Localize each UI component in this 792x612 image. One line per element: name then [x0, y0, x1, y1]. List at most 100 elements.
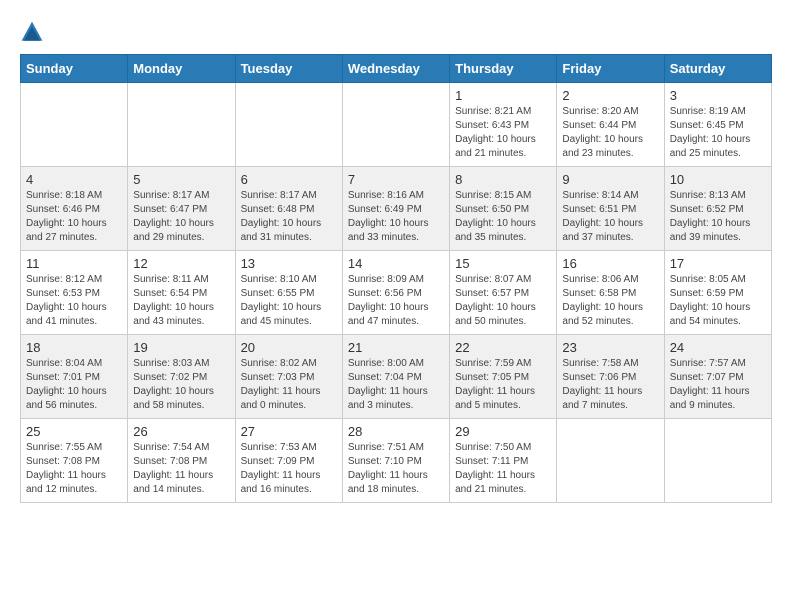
weekday-header-row: SundayMondayTuesdayWednesdayThursdayFrid…	[21, 55, 772, 83]
day-number: 9	[562, 172, 658, 187]
day-number: 28	[348, 424, 444, 439]
day-info: Sunrise: 7:53 AM Sunset: 7:09 PM Dayligh…	[241, 441, 337, 497]
day-info: Sunrise: 8:15 AM Sunset: 6:50 PM Dayligh…	[455, 189, 551, 245]
day-info: Sunrise: 8:14 AM Sunset: 6:51 PM Dayligh…	[562, 189, 658, 245]
calendar-cell	[342, 83, 449, 167]
day-info: Sunrise: 7:59 AM Sunset: 7:05 PM Dayligh…	[455, 357, 551, 413]
calendar-cell	[235, 83, 342, 167]
weekday-header-thursday: Thursday	[450, 55, 557, 83]
day-number: 20	[241, 340, 337, 355]
calendar-cell: 20 Sunrise: 8:02 AM Sunset: 7:03 PM Dayli…	[235, 335, 342, 419]
day-number: 19	[133, 340, 229, 355]
logo	[20, 20, 48, 44]
calendar-cell: 24 Sunrise: 7:57 AM Sunset: 7:07 PM Dayli…	[664, 335, 771, 419]
calendar-cell: 13 Sunrise: 8:10 AM Sunset: 6:55 PM Dayli…	[235, 251, 342, 335]
day-info: Sunrise: 8:04 AM Sunset: 7:01 PM Dayligh…	[26, 357, 122, 413]
day-info: Sunrise: 8:21 AM Sunset: 6:43 PM Dayligh…	[455, 105, 551, 161]
day-info: Sunrise: 8:12 AM Sunset: 6:53 PM Dayligh…	[26, 273, 122, 329]
calendar-cell: 5Sunrise: 8:17 AM Sunset: 6:47 PM Daylig…	[128, 167, 235, 251]
day-info: Sunrise: 8:16 AM Sunset: 6:49 PM Dayligh…	[348, 189, 444, 245]
calendar-cell: 29 Sunrise: 7:50 AM Sunset: 7:11 PM Dayli…	[450, 419, 557, 503]
calendar-cell: 1 Sunrise: 8:21 AM Sunset: 6:43 PM Daylig…	[450, 83, 557, 167]
calendar-cell: 15 Sunrise: 8:07 AM Sunset: 6:57 PM Dayli…	[450, 251, 557, 335]
weekday-header-saturday: Saturday	[664, 55, 771, 83]
day-info: Sunrise: 8:07 AM Sunset: 6:57 PM Dayligh…	[455, 273, 551, 329]
calendar-cell: 8 Sunrise: 8:15 AM Sunset: 6:50 PM Daylig…	[450, 167, 557, 251]
calendar-cell: 11 Sunrise: 8:12 AM Sunset: 6:53 PM Dayli…	[21, 251, 128, 335]
day-info: Sunrise: 7:50 AM Sunset: 7:11 PM Dayligh…	[455, 441, 551, 497]
calendar-cell: 6 Sunrise: 8:17 AM Sunset: 6:48 PM Daylig…	[235, 167, 342, 251]
day-number: 10	[670, 172, 766, 187]
day-info: Sunrise: 8:02 AM Sunset: 7:03 PM Dayligh…	[241, 357, 337, 413]
day-number: 13	[241, 256, 337, 271]
calendar-cell: 22 Sunrise: 7:59 AM Sunset: 7:05 PM Dayli…	[450, 335, 557, 419]
day-info: Sunrise: 8:13 AM Sunset: 6:52 PM Dayligh…	[670, 189, 766, 245]
calendar-cell: 23 Sunrise: 7:58 AM Sunset: 7:06 PM Dayli…	[557, 335, 664, 419]
day-number: 3	[670, 88, 766, 103]
calendar-cell: 28Sunrise: 7:51 AM Sunset: 7:10 PM Dayli…	[342, 419, 449, 503]
calendar-cell: 26 Sunrise: 7:54 AM Sunset: 7:08 PM Dayli…	[128, 419, 235, 503]
calendar-cell: 10 Sunrise: 8:13 AM Sunset: 6:52 PM Dayli…	[664, 167, 771, 251]
day-number: 15	[455, 256, 551, 271]
calendar-week-row: 18 Sunrise: 8:04 AM Sunset: 7:01 PM Dayli…	[21, 335, 772, 419]
weekday-header-monday: Monday	[128, 55, 235, 83]
page-header	[20, 20, 772, 44]
day-number: 7	[348, 172, 444, 187]
day-info: Sunrise: 8:11 AM Sunset: 6:54 PM Dayligh…	[133, 273, 229, 329]
day-number: 23	[562, 340, 658, 355]
calendar-cell: 4 Sunrise: 8:18 AM Sunset: 6:46 PM Daylig…	[21, 167, 128, 251]
day-number: 26	[133, 424, 229, 439]
day-number: 16	[562, 256, 658, 271]
calendar-cell: 12 Sunrise: 8:11 AM Sunset: 6:54 PM Dayli…	[128, 251, 235, 335]
calendar-week-row: 1 Sunrise: 8:21 AM Sunset: 6:43 PM Daylig…	[21, 83, 772, 167]
day-number: 12	[133, 256, 229, 271]
day-info: Sunrise: 8:00 AM Sunset: 7:04 PM Dayligh…	[348, 357, 444, 413]
weekday-header-friday: Friday	[557, 55, 664, 83]
day-info: Sunrise: 7:55 AM Sunset: 7:08 PM Dayligh…	[26, 441, 122, 497]
day-number: 11	[26, 256, 122, 271]
weekday-header-tuesday: Tuesday	[235, 55, 342, 83]
day-info: Sunrise: 8:17 AM Sunset: 6:47 PM Dayligh…	[133, 189, 229, 245]
calendar-cell: 21 Sunrise: 8:00 AM Sunset: 7:04 PM Dayli…	[342, 335, 449, 419]
calendar-cell: 7 Sunrise: 8:16 AM Sunset: 6:49 PM Daylig…	[342, 167, 449, 251]
day-number: 24	[670, 340, 766, 355]
calendar-cell	[128, 83, 235, 167]
day-info: Sunrise: 8:10 AM Sunset: 6:55 PM Dayligh…	[241, 273, 337, 329]
calendar-cell: 16 Sunrise: 8:06 AM Sunset: 6:58 PM Dayli…	[557, 251, 664, 335]
day-number: 1	[455, 88, 551, 103]
calendar-cell	[664, 419, 771, 503]
day-number: 21	[348, 340, 444, 355]
day-number: 17	[670, 256, 766, 271]
day-info: Sunrise: 8:06 AM Sunset: 6:58 PM Dayligh…	[562, 273, 658, 329]
day-number: 8	[455, 172, 551, 187]
calendar-cell: 2Sunrise: 8:20 AM Sunset: 6:44 PM Daylig…	[557, 83, 664, 167]
day-number: 18	[26, 340, 122, 355]
day-info: Sunrise: 8:19 AM Sunset: 6:45 PM Dayligh…	[670, 105, 766, 161]
calendar-cell: 3 Sunrise: 8:19 AM Sunset: 6:45 PM Daylig…	[664, 83, 771, 167]
logo-icon	[20, 20, 44, 44]
day-number: 22	[455, 340, 551, 355]
day-number: 6	[241, 172, 337, 187]
day-info: Sunrise: 8:05 AM Sunset: 6:59 PM Dayligh…	[670, 273, 766, 329]
day-number: 4	[26, 172, 122, 187]
day-number: 14	[348, 256, 444, 271]
weekday-header-sunday: Sunday	[21, 55, 128, 83]
calendar-week-row: 25 Sunrise: 7:55 AM Sunset: 7:08 PM Dayli…	[21, 419, 772, 503]
day-info: Sunrise: 7:54 AM Sunset: 7:08 PM Dayligh…	[133, 441, 229, 497]
calendar-cell: 14Sunrise: 8:09 AM Sunset: 6:56 PM Dayli…	[342, 251, 449, 335]
day-info: Sunrise: 8:18 AM Sunset: 6:46 PM Dayligh…	[26, 189, 122, 245]
calendar-cell: 17 Sunrise: 8:05 AM Sunset: 6:59 PM Dayli…	[664, 251, 771, 335]
day-number: 27	[241, 424, 337, 439]
day-number: 29	[455, 424, 551, 439]
calendar-cell	[21, 83, 128, 167]
day-info: Sunrise: 7:57 AM Sunset: 7:07 PM Dayligh…	[670, 357, 766, 413]
day-info: Sunrise: 7:58 AM Sunset: 7:06 PM Dayligh…	[562, 357, 658, 413]
day-number: 25	[26, 424, 122, 439]
calendar-week-row: 11 Sunrise: 8:12 AM Sunset: 6:53 PM Dayli…	[21, 251, 772, 335]
calendar-cell: 25 Sunrise: 7:55 AM Sunset: 7:08 PM Dayli…	[21, 419, 128, 503]
calendar-cell: 19Sunrise: 8:03 AM Sunset: 7:02 PM Dayli…	[128, 335, 235, 419]
calendar-table: SundayMondayTuesdayWednesdayThursdayFrid…	[20, 54, 772, 503]
calendar-cell: 27 Sunrise: 7:53 AM Sunset: 7:09 PM Dayli…	[235, 419, 342, 503]
day-info: Sunrise: 8:17 AM Sunset: 6:48 PM Dayligh…	[241, 189, 337, 245]
day-info: Sunrise: 8:20 AM Sunset: 6:44 PM Dayligh…	[562, 105, 658, 161]
